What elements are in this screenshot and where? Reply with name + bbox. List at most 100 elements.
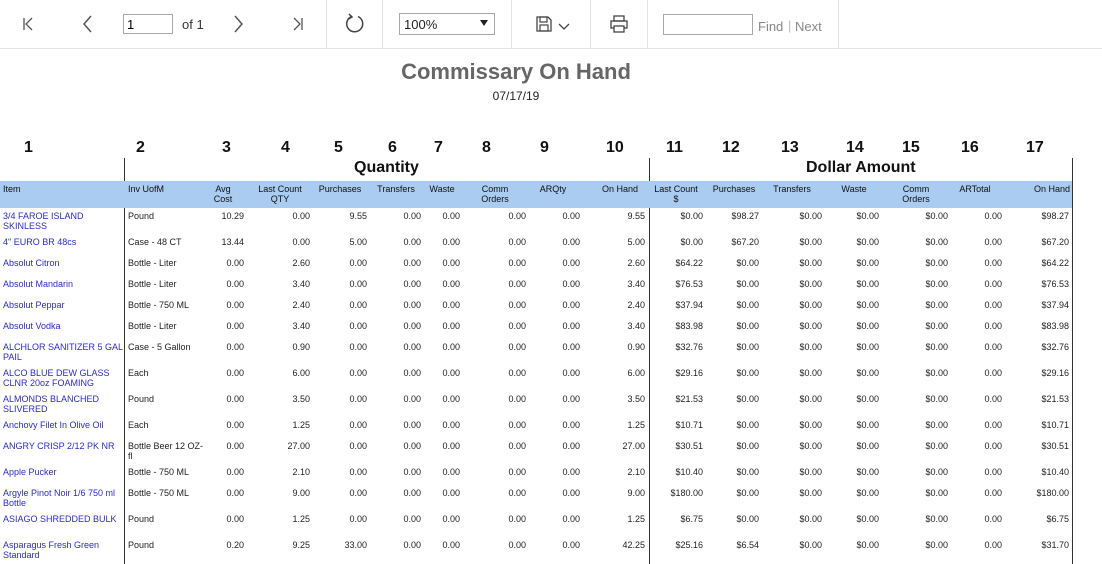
value-cell: $6.75: [1046, 514, 1069, 524]
column-number: 4: [281, 139, 290, 156]
column-header: Last Count $: [654, 184, 698, 204]
column-header: Transfers: [377, 184, 415, 194]
value-cell: 9.25: [292, 540, 310, 550]
value-cell: 1.25: [627, 514, 645, 524]
column-header: Transfers: [773, 184, 811, 194]
export-button[interactable]: [528, 10, 576, 38]
value-cell: $0.00: [736, 342, 759, 352]
value-cell: 0.00: [349, 258, 367, 268]
value-cell: $6.54: [736, 540, 759, 550]
item-link[interactable]: Absolut Citron: [3, 258, 123, 268]
item-link[interactable]: Asparagus Fresh Green Standard: [3, 540, 123, 560]
value-cell: 0.00: [508, 321, 526, 331]
value-cell: 2.40: [627, 300, 645, 310]
value-cell: 0.00: [442, 394, 460, 404]
toolbar-separator: [590, 0, 591, 48]
value-cell: 0.00: [508, 300, 526, 310]
item-link[interactable]: ANGRY CRISP 2/12 PK NR: [3, 441, 123, 451]
item-link[interactable]: Absolut Vodka: [3, 321, 123, 331]
value-cell: 0.00: [562, 441, 580, 451]
item-link[interactable]: Argyle Pinot Noir 1/6 750 ml Bottle: [3, 488, 123, 508]
value-cell: 0.00: [442, 342, 460, 352]
report-date: 07/17/19: [492, 89, 540, 103]
item-link[interactable]: ALMONDS BLANCHED SLIVERED: [3, 394, 123, 414]
find-input[interactable]: [663, 14, 753, 35]
value-cell: $0.00: [736, 514, 759, 524]
value-cell: 0.00: [562, 300, 580, 310]
item-link[interactable]: Apple Pucker: [3, 467, 123, 477]
value-cell: $29.16: [1041, 368, 1069, 378]
value-cell: $25.16: [675, 540, 703, 550]
value-cell: $0.00: [736, 321, 759, 331]
column-number: 10: [606, 139, 624, 156]
value-cell: 0.00: [984, 211, 1002, 221]
value-cell: 0.00: [508, 514, 526, 524]
first-page-button[interactable]: [14, 10, 42, 38]
page-number-input[interactable]: [123, 14, 173, 34]
value-cell: $0.00: [799, 420, 822, 430]
value-cell: $30.51: [1041, 441, 1069, 451]
value-cell: 0.00: [984, 540, 1002, 550]
item-link[interactable]: ALCHLOR SANITIZER 5 GAL PAIL: [3, 342, 123, 362]
column-number: 1: [24, 139, 33, 156]
item-link[interactable]: 3/4 FAROE ISLAND SKINLESS: [3, 211, 123, 231]
value-cell: 3.50: [627, 394, 645, 404]
value-cell: $0.00: [736, 300, 759, 310]
value-cell: 0.00: [442, 321, 460, 331]
item-link[interactable]: Absolut Peppar: [3, 300, 123, 310]
value-cell: $10.40: [1041, 467, 1069, 477]
value-cell: $0.00: [925, 321, 948, 331]
quantity-group-title: Quantity: [354, 159, 419, 176]
column-header: ARTotal: [959, 184, 991, 194]
item-link[interactable]: Absolut Mandarin: [3, 279, 123, 289]
value-cell: 0.00: [349, 488, 367, 498]
value-cell: 0.00: [442, 441, 460, 451]
toolbar-separator: [647, 0, 648, 48]
column-header: Comm Orders: [481, 184, 509, 204]
value-cell: $0.00: [925, 237, 948, 247]
value-cell: 5.00: [627, 237, 645, 247]
value-cell: $180.00: [1036, 488, 1069, 498]
value-cell: $0.00: [736, 420, 759, 430]
column-number: 2: [136, 139, 145, 156]
print-button[interactable]: [605, 10, 633, 38]
next-page-button[interactable]: [224, 10, 252, 38]
previous-page-button[interactable]: [74, 10, 102, 38]
value-cell: 0.00: [984, 441, 1002, 451]
value-cell: 0.00: [226, 394, 244, 404]
value-cell: 0.00: [984, 258, 1002, 268]
last-page-button[interactable]: [284, 10, 312, 38]
value-cell: $0.00: [799, 368, 822, 378]
item-link[interactable]: ALCO BLUE DEW GLASS CLNR 20oz FOAMING: [3, 368, 123, 388]
value-cell: $0.00: [736, 258, 759, 268]
item-link[interactable]: ASIAGO SHREDDED BULK: [3, 514, 123, 524]
column-header: On Hand: [1033, 184, 1070, 194]
refresh-icon: [345, 13, 364, 33]
value-cell: 0.00: [508, 211, 526, 221]
value-cell: $0.00: [799, 441, 822, 451]
value-cell: 0.00: [508, 237, 526, 247]
value-cell: $0.00: [856, 441, 879, 451]
value-cell: 0.00: [562, 488, 580, 498]
find-next-link[interactable]: Next: [795, 19, 822, 34]
value-cell: 0.00: [226, 488, 244, 498]
value-cell: $0.00: [799, 279, 822, 289]
value-cell: $0.00: [799, 237, 822, 247]
zoom-select[interactable]: 100%: [399, 13, 495, 35]
value-cell: 0.00: [226, 321, 244, 331]
find-link[interactable]: Find: [758, 19, 783, 34]
value-cell: $0.00: [856, 394, 879, 404]
toolbar-separator: [382, 0, 383, 48]
value-cell: 6.00: [292, 368, 310, 378]
value-cell: 0.00: [442, 540, 460, 550]
item-link[interactable]: 4" EURO BR 48cs: [3, 237, 123, 247]
value-cell: 2.40: [292, 300, 310, 310]
item-link[interactable]: Anchovy Filet In Olive Oil: [3, 420, 123, 430]
value-cell: 0.00: [442, 279, 460, 289]
column-header: On Hand: [601, 184, 638, 194]
refresh-button[interactable]: [341, 10, 369, 38]
value-cell: $0.00: [736, 488, 759, 498]
column-header: Waste: [429, 184, 455, 194]
value-cell: $0.00: [680, 211, 703, 221]
column-header: Comm Orders: [902, 184, 930, 204]
